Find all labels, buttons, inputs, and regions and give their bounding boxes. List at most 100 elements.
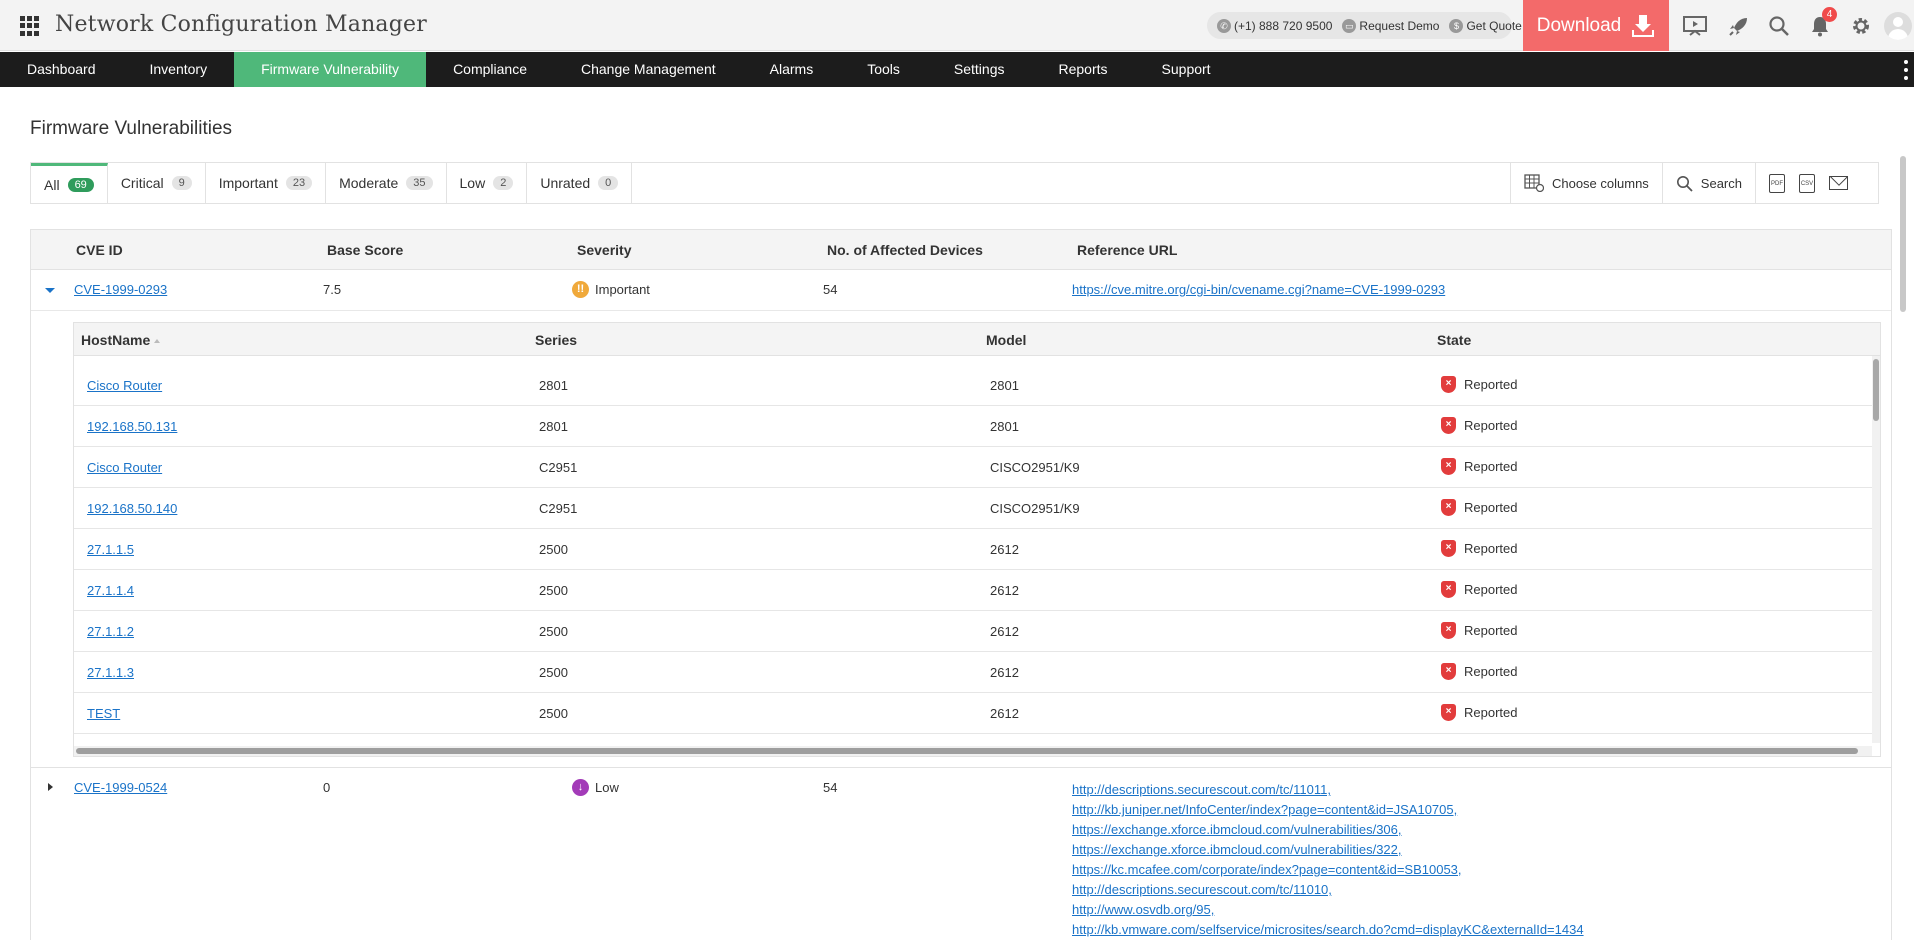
reference-url-link[interactable]: http://descriptions.securescout.com/tc/1… (1072, 880, 1584, 900)
tab-critical[interactable]: Critical 9 (108, 163, 206, 203)
nav-alarms[interactable]: Alarms (743, 52, 841, 87)
app-title: Network Configuration Manager (55, 12, 427, 37)
reference-url-link[interactable]: https://exchange.xforce.ibmcloud.com/vul… (1072, 840, 1584, 860)
affected-devices-panel: HostName Series Model State TEST 2500 2612… (31, 311, 1891, 768)
hostname-link[interactable]: 27.1.1.2 (87, 624, 134, 639)
page-scrollbar[interactable] (1900, 156, 1906, 312)
nav-change-management[interactable]: Change Management (554, 52, 743, 87)
state-label: Reported (1464, 664, 1518, 679)
base-score: 7.5 (323, 282, 342, 297)
tab-label: All (44, 176, 60, 193)
col-reference-url[interactable]: Reference URL (1077, 242, 1177, 258)
nav-compliance[interactable]: Compliance (426, 52, 554, 87)
search-icon[interactable] (1766, 13, 1792, 39)
nav-support[interactable]: Support (1135, 52, 1238, 87)
apps-grid-icon[interactable] (20, 16, 40, 36)
col-base-score[interactable]: Base Score (327, 242, 403, 258)
choose-columns-button[interactable]: Choose columns (1509, 163, 1662, 203)
tab-label: Important (218, 175, 278, 191)
tab-count: 2 (493, 176, 514, 190)
nav-reports[interactable]: Reports (1032, 52, 1135, 87)
tab-count: 69 (67, 177, 94, 192)
tab-unrated[interactable]: Unrated 0 (527, 163, 633, 203)
col-series[interactable]: Series (535, 332, 577, 348)
col-model[interactable]: Model (986, 332, 1026, 348)
pdf-export-icon[interactable]: PDF (1769, 173, 1785, 193)
nav-firmware-vulnerability[interactable]: Firmware Vulnerability (234, 52, 427, 87)
cve-id-link[interactable]: CVE-1999-0293 (74, 282, 167, 297)
table-row: CVE-1999-0524 0 ↓ Low 54 http://descript… (31, 768, 1891, 940)
notification-bell-icon[interactable]: 4 (1807, 7, 1837, 39)
series-cell: 2500 (539, 665, 568, 680)
tab-all[interactable]: All 69 (31, 163, 108, 203)
important-severity-icon: !! (572, 281, 589, 298)
col-severity[interactable]: Severity (577, 242, 631, 258)
hostname-link[interactable]: 27.1.1.5 (87, 542, 134, 557)
col-hostname[interactable]: HostName (81, 332, 161, 348)
hostname-link[interactable]: TEST (87, 706, 120, 721)
col-affected-devices[interactable]: No. of Affected Devices (827, 242, 983, 258)
presentation-icon[interactable] (1682, 13, 1708, 39)
affected-count: 54 (823, 282, 838, 297)
state-label: Reported (1464, 705, 1518, 720)
reference-url-link[interactable]: http://kb.vmware.com/selfservice/microsi… (1072, 920, 1584, 940)
hostname-link[interactable]: 27.1.1.4 (87, 583, 134, 598)
collapse-icon[interactable] (45, 288, 55, 293)
gear-icon[interactable] (1848, 13, 1874, 39)
reference-url-link[interactable]: https://cve.mitre.org/cgi-bin/cvename.cg… (1072, 282, 1445, 297)
search-button[interactable]: Search (1661, 163, 1755, 203)
series-cell: C2951 (539, 501, 578, 516)
download-label: Download (1536, 14, 1622, 36)
reported-shield-icon: × (1441, 458, 1456, 475)
search-label: Search (1700, 175, 1742, 191)
nav-tools[interactable]: Tools (840, 52, 927, 87)
hostname-link[interactable]: 192.168.50.140 (87, 501, 177, 516)
request-demo-label: Request Demo (1359, 18, 1440, 33)
expand-icon[interactable] (48, 783, 53, 791)
table-tools: Choose columns Search PDF CSV (1509, 163, 1878, 203)
request-demo-link[interactable]: ▭ Request Demo (1342, 18, 1440, 33)
phone-link[interactable]: ✆ (+1) 888 720 9500 (1217, 18, 1332, 33)
tab-label: Low (459, 175, 486, 191)
avatar[interactable] (1884, 12, 1912, 40)
model-cell: 2612 (990, 583, 1019, 598)
col-cve-id[interactable]: CVE ID (76, 242, 123, 258)
quote-icon: $ (1449, 18, 1464, 33)
devices-table: HostName Series Model State TEST 2500 2612… (73, 322, 1881, 757)
more-menu-icon[interactable] (1904, 60, 1908, 80)
nav-settings[interactable]: Settings (927, 52, 1032, 87)
hostname-link[interactable]: 192.168.50.131 (87, 419, 177, 434)
col-state[interactable]: State (1437, 332, 1471, 348)
tab-important[interactable]: Important 23 (206, 163, 327, 203)
severity-label: Low (595, 780, 619, 795)
rocket-icon[interactable] (1726, 13, 1752, 39)
csv-export-icon[interactable]: CSV (1799, 173, 1815, 193)
model-cell: CISCO2951/K9 (990, 460, 1080, 475)
reference-url-link[interactable]: https://exchange.xforce.ibmcloud.com/vul… (1072, 820, 1584, 840)
get-quote-link[interactable]: $ Get Quote (1449, 18, 1522, 33)
hostname-link[interactable]: Cisco Router (87, 460, 162, 475)
reported-shield-icon: × (1441, 663, 1456, 680)
tab-moderate[interactable]: Moderate 35 (326, 163, 447, 203)
top-bar: Network Configuration Manager ✆ (+1) 888… (0, 0, 1914, 51)
vertical-scrollbar[interactable] (1872, 356, 1880, 743)
reference-url-link[interactable]: http://descriptions.securescout.com/tc/1… (1072, 780, 1584, 800)
reference-url-link[interactable]: https://kc.mcafee.com/corporate/index?pa… (1072, 860, 1584, 880)
model-cell: 2612 (990, 542, 1019, 557)
hostname-link[interactable]: Cisco Router (87, 378, 162, 393)
table-row: Cisco Router 2801 2801 × Reported (74, 365, 1872, 406)
reference-url-link[interactable]: http://www.osvdb.org/95, (1072, 900, 1584, 920)
download-button[interactable]: Download (1523, 0, 1669, 51)
state-cell: × Reported (1441, 417, 1517, 434)
nav-inventory[interactable]: Inventory (123, 52, 235, 87)
nav-dashboard[interactable]: Dashboard (0, 52, 123, 87)
email-icon[interactable] (1829, 176, 1848, 190)
state-cell: × Reported (1441, 376, 1517, 393)
reference-url-link[interactable]: http://kb.juniper.net/InfoCenter/index?p… (1072, 800, 1584, 820)
hostname-link[interactable]: 27.1.1.3 (87, 665, 134, 680)
tab-count: 9 (171, 176, 192, 190)
horizontal-scrollbar[interactable] (74, 746, 1872, 756)
affected-count: 54 (823, 780, 838, 795)
cve-id-link[interactable]: CVE-1999-0524 (74, 780, 167, 795)
tab-low[interactable]: Low 2 (447, 163, 528, 203)
